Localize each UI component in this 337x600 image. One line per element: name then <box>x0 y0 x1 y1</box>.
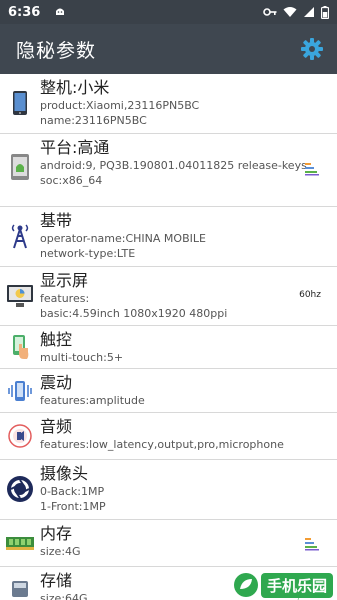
item-line: 0-Back:1MP <box>40 485 105 498</box>
settings-gear-button[interactable] <box>299 36 325 62</box>
item-line: 1-Front:1MP <box>40 500 106 513</box>
item-name: 触控 <box>40 330 73 349</box>
item-line: name:23116PN5BC <box>40 114 147 127</box>
list-item-audio[interactable]: 音频 features:low_latency,output,pro,micro… <box>0 413 337 460</box>
item-name: 平台:高通 <box>40 138 110 157</box>
list-item-body: 触控 multi-touch:5+ <box>40 326 337 365</box>
list-item-vibration[interactable]: 震动 features:amplitude <box>0 369 337 413</box>
list-item-display[interactable]: 显示屏 features: basic:4.59inch 1080x1920 4… <box>0 267 337 326</box>
list-item-camera[interactable]: 摄像头 0-Back:1MP 1-Front:1MP <box>0 460 337 520</box>
item-name: 震动 <box>40 373 73 392</box>
item-line: product:Xiaomi,23116PN5BC <box>40 99 200 112</box>
storage-icon <box>0 567 40 600</box>
list-item-body: 震动 features:amplitude <box>40 369 337 408</box>
status-bar: 6:36 <box>0 0 337 24</box>
list-item-baseband[interactable]: 基带 operator-name:CHINA MOBILE network-ty… <box>0 207 337 267</box>
item-line: features:amplitude <box>40 394 145 407</box>
item-name: 基带 <box>40 211 73 230</box>
item-line: operator-name:CHINA MOBILE <box>40 232 206 245</box>
watermark-leaf-icon <box>233 573 258 597</box>
app-bar: 隐秘参数 <box>0 24 337 74</box>
camera-lens-icon <box>0 460 40 518</box>
item-line: soc:x86_64 <box>40 174 103 187</box>
vibration-icon <box>0 369 40 412</box>
watermark-url: www.shouji.com.cn <box>267 593 325 600</box>
list-item-device[interactable]: 整机:小米 product:Xiaomi,23116PN5BC name:231… <box>0 74 337 134</box>
refresh-rate-label: 60hz <box>299 290 321 300</box>
touch-hand-icon <box>0 326 40 368</box>
item-name: 音频 <box>40 417 73 436</box>
item-name: 整机:小米 <box>40 78 110 97</box>
list-item-body: 显示屏 features: basic:4.59inch 1080x1920 4… <box>40 267 337 321</box>
list-item-body: 音频 features:low_latency,output,pro,micro… <box>40 413 337 452</box>
memory-chip-icon <box>0 520 40 566</box>
monitor-icon <box>0 267 40 324</box>
bar-chart-icon <box>305 161 319 180</box>
item-line: size:4G <box>40 545 81 558</box>
list-item-memory[interactable]: 内存 size:4G <box>0 520 337 567</box>
key-icon <box>263 7 277 17</box>
status-time: 6:36 <box>8 4 41 20</box>
list-item-body: 内存 size:4G <box>40 520 337 559</box>
android-icon <box>54 6 66 18</box>
item-line: multi-touch:5+ <box>40 351 124 364</box>
wifi-icon <box>283 6 297 18</box>
item-line: features: <box>40 292 90 305</box>
list-item-body: 平台:高通 android:9, PQ3B.190801.04011825 re… <box>40 134 337 188</box>
antenna-tower-icon <box>0 207 40 265</box>
battery-icon <box>321 5 329 19</box>
item-name: 摄像头 <box>40 464 89 483</box>
page-title: 隐秘参数 <box>16 39 97 62</box>
audio-icon <box>0 413 40 459</box>
phone-icon <box>0 74 40 132</box>
list-item-touch[interactable]: 触控 multi-touch:5+ <box>0 326 337 369</box>
item-name: 显示屏 <box>40 271 89 290</box>
list-item-platform[interactable]: 平台:高通 android:9, PQ3B.190801.04011825 re… <box>0 134 337 207</box>
parameter-list: 整机:小米 product:Xiaomi,23116PN5BC name:231… <box>0 74 337 600</box>
list-item-body: 基带 operator-name:CHINA MOBILE network-ty… <box>40 207 337 261</box>
list-item-body: 摄像头 0-Back:1MP 1-Front:1MP <box>40 460 337 514</box>
item-name: 内存 <box>40 524 73 543</box>
item-line: android:9, PQ3B.190801.04011825 release-… <box>40 159 307 172</box>
item-line: features:low_latency,output,pro,micropho… <box>40 438 284 451</box>
watermark-logo: 手机乐园 www.shouji.com.cn <box>233 572 333 600</box>
android-chip-icon <box>0 134 40 200</box>
bar-chart-icon <box>305 536 319 555</box>
item-line: network-type:LTE <box>40 247 136 260</box>
item-line: basic:4.59inch 1080x1920 480ppi <box>40 307 228 320</box>
signal-icon <box>303 6 315 18</box>
gear-icon <box>301 38 323 60</box>
list-item-body: 整机:小米 product:Xiaomi,23116PN5BC name:231… <box>40 74 337 128</box>
